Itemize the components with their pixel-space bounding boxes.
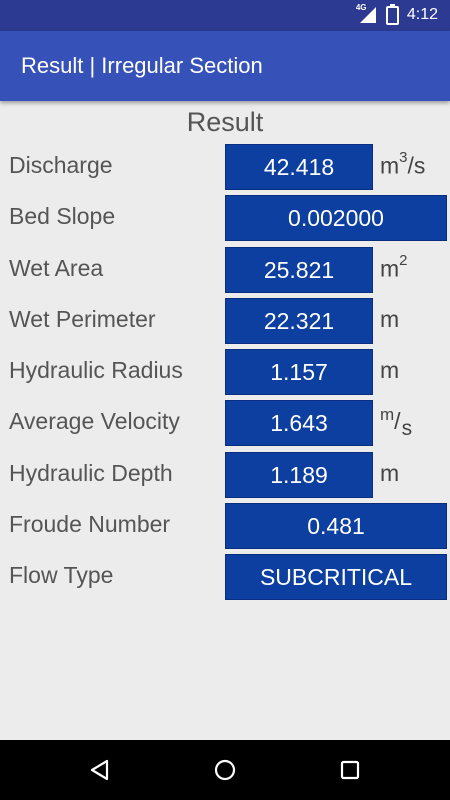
label-wet-area: Wet Area [9, 255, 104, 281]
value-wet-area: 25.821 [225, 247, 373, 293]
value-froude-number: 0.481 [225, 503, 447, 549]
label-average-velocity: Average Velocity [9, 408, 180, 434]
row-hydraulic-depth: Hydraulic Depth 1.189 m [0, 452, 450, 498]
row-wet-area: Wet Area 25.821 m2 [0, 247, 450, 293]
unit-wet-area: m2 [380, 252, 408, 282]
row-wet-perimeter: Wet Perimeter 22.321 m [0, 298, 450, 344]
label-flow-type: Flow Type [9, 562, 114, 588]
value-bed-slope: 0.002000 [225, 195, 447, 241]
row-average-velocity: Average Velocity 1.643 m/s [0, 400, 450, 446]
back-icon[interactable] [88, 758, 112, 782]
label-wet-perimeter: Wet Perimeter [9, 306, 156, 332]
page-title: Result | Irregular Section [21, 53, 263, 78]
label-hydraulic-depth: Hydraulic Depth [9, 460, 173, 486]
value-hydraulic-depth: 1.189 [225, 452, 373, 498]
unit-discharge: m3/s [380, 149, 426, 179]
value-discharge: 42.418 [225, 144, 373, 190]
unit-average-velocity: m/s [380, 405, 413, 440]
navigation-bar [0, 740, 450, 800]
unit-wet-perimeter: m [380, 306, 400, 332]
row-bed-slope: Bed Slope 0.002000 [0, 195, 450, 241]
value-flow-type: SUBCRITICAL [225, 554, 447, 600]
label-hydraulic-radius: Hydraulic Radius [9, 357, 183, 383]
status-bar: 4G 4:12 [0, 0, 450, 31]
label-bed-slope: Bed Slope [9, 203, 116, 229]
value-hydraulic-radius: 1.157 [225, 349, 373, 395]
result-heading: Result [186, 107, 264, 137]
row-hydraulic-radius: Hydraulic Radius 1.157 m [0, 349, 450, 395]
row-discharge: Discharge 42.418 m3/s [0, 144, 450, 190]
app-bar: Result | Irregular Section [0, 31, 450, 101]
label-discharge: Discharge [9, 152, 113, 178]
signal-icon: 4G [355, 3, 378, 25]
unit-hydraulic-radius: m [380, 357, 400, 383]
result-content: Result Discharge 42.418 m3/s Bed Slope 0… [0, 101, 450, 740]
label-froude-number: Froude Number [9, 511, 171, 537]
row-flow-type: Flow Type SUBCRITICAL [0, 554, 450, 600]
row-froude-number: Froude Number 0.481 [0, 503, 450, 549]
battery-icon [385, 3, 399, 25]
value-average-velocity: 1.643 [225, 400, 373, 446]
clock: 4:12 [406, 6, 438, 23]
recent-apps-icon[interactable] [338, 758, 362, 782]
network-type: 4G [355, 3, 367, 12]
home-icon[interactable] [213, 758, 237, 782]
value-wet-perimeter: 22.321 [225, 298, 373, 344]
unit-hydraulic-depth: m [380, 460, 400, 486]
